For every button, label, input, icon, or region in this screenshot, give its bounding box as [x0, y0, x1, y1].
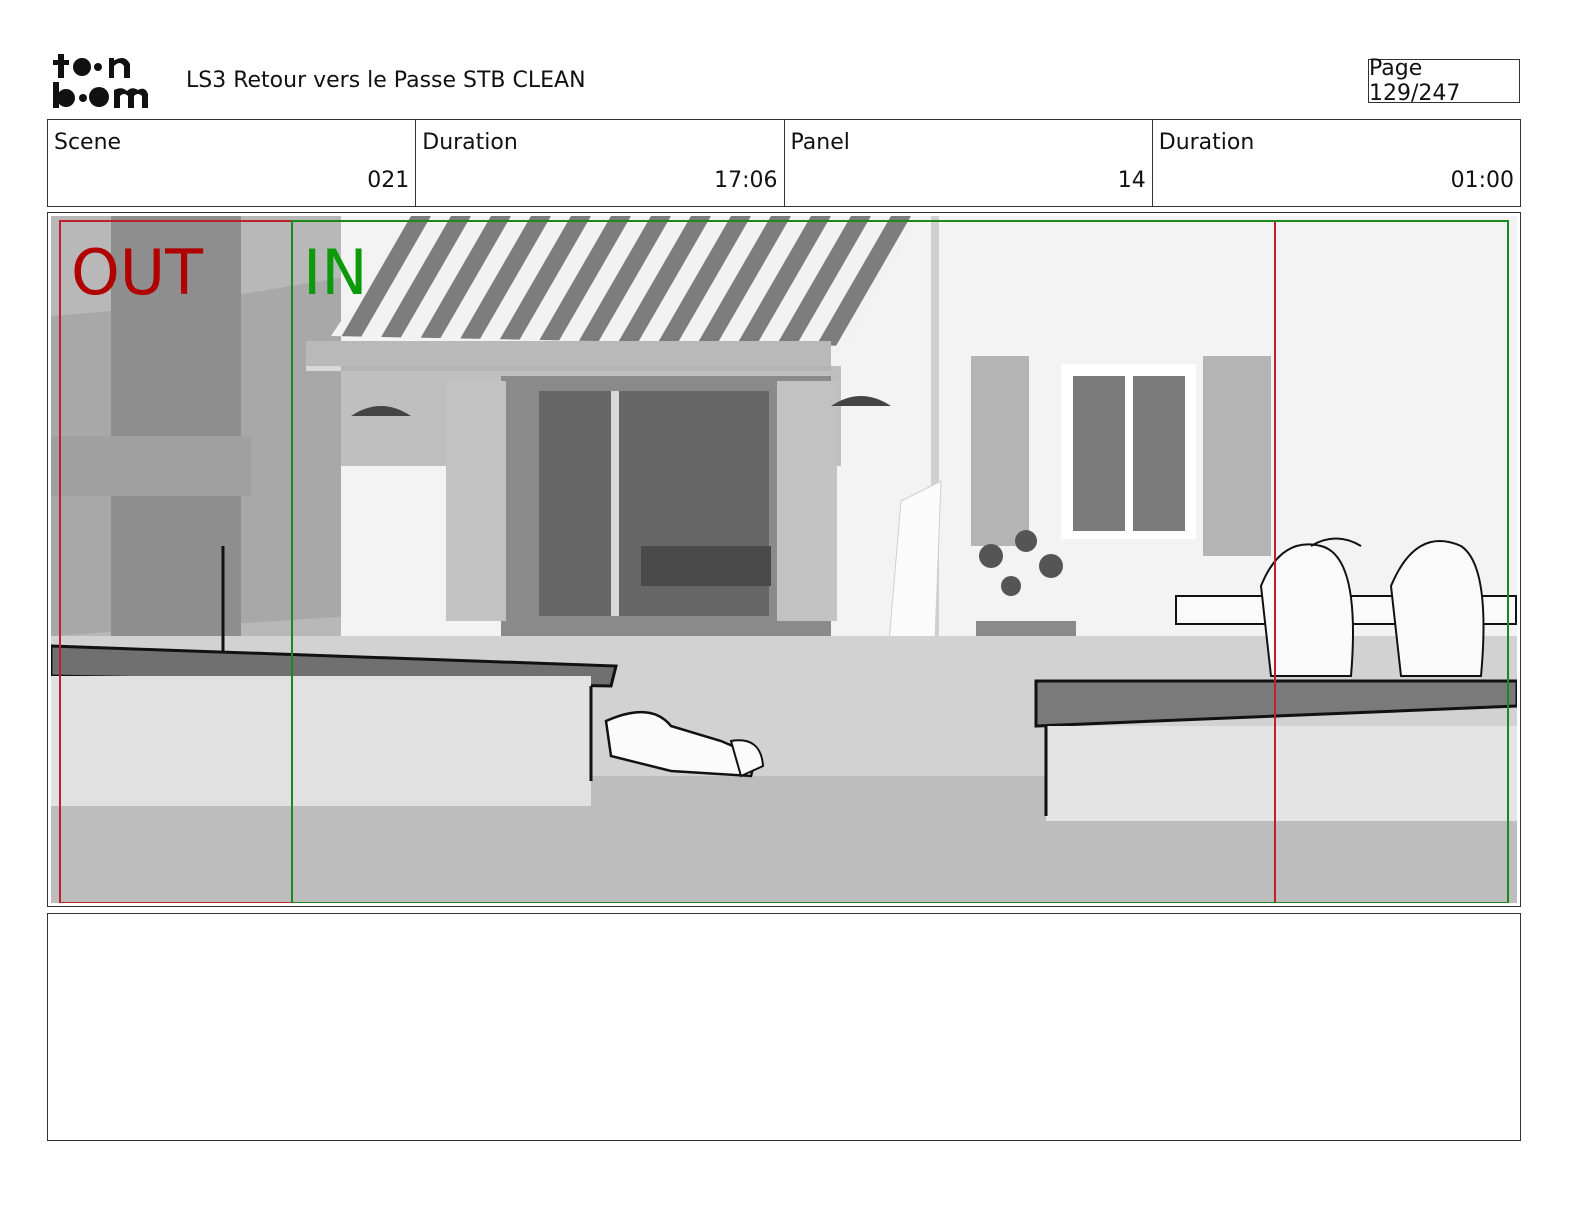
panel-label: Panel: [790, 130, 850, 155]
panel-notes-box: [47, 913, 1521, 1141]
scene-cell: Scene 021: [48, 120, 417, 206]
panel-duration-value: 01:00: [1450, 168, 1514, 193]
scene-duration-value: 17:06: [714, 168, 778, 193]
panel-info-table: Scene 021 Duration 17:06 Panel 14 Durati…: [47, 119, 1521, 207]
panel-duration-label: Duration: [1158, 130, 1255, 155]
storyboard-drawing: OUT IN: [51, 216, 1517, 903]
scene-value: 021: [367, 168, 410, 193]
storyboard-panel: OUT IN: [47, 212, 1521, 907]
panel-duration-cell: Duration 01:00: [1153, 120, 1520, 206]
page-number-badge: Page 129/247: [1368, 56, 1520, 106]
panel-value: 14: [1117, 168, 1146, 193]
scene-duration-label: Duration: [422, 130, 518, 155]
scene-label: Scene: [54, 130, 122, 155]
panel-cell: Panel 14: [785, 120, 1153, 206]
out-label: OUT: [71, 236, 204, 309]
in-label: IN: [303, 236, 368, 309]
document-title: LS3 Retour vers le Passe STB CLEAN: [186, 68, 586, 93]
scene-duration-cell: Duration 17:06: [416, 120, 785, 206]
toon-boom-logo: [53, 54, 148, 108]
